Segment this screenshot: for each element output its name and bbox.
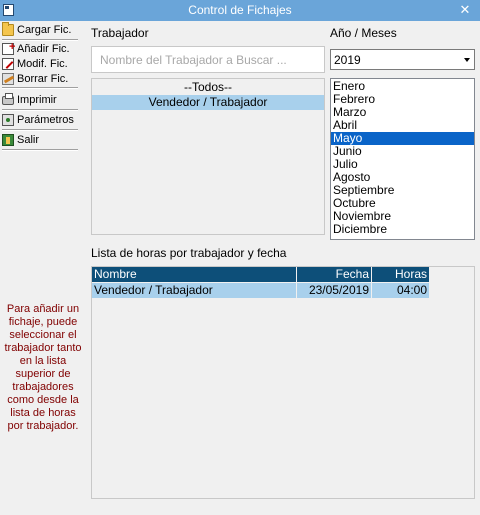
table-cell-nombre[interactable]: Vendedor / Trabajador	[92, 283, 296, 298]
column-header-nombre[interactable]: Nombre	[92, 267, 296, 282]
exit-icon	[2, 134, 14, 146]
year-select[interactable]: 2019	[330, 49, 475, 70]
worker-item-vendedor[interactable]: Vendedor / Trabajador	[92, 95, 324, 110]
chevron-down-icon	[464, 58, 470, 62]
help-text: Para añadir un fichaje, puede selecciona…	[4, 303, 82, 432]
edit-file-icon	[2, 58, 14, 70]
hours-table[interactable]: Nombre Fecha Horas Vendedor / Trabajador…	[91, 266, 475, 499]
date-label: Año / Meses	[330, 26, 397, 40]
worker-item-todos[interactable]: --Todos--	[92, 80, 324, 95]
cargar-fichaje-label: Cargar Fic.	[17, 24, 72, 36]
toolbar-separator	[2, 109, 78, 111]
printer-icon	[2, 93, 14, 105]
worker-search-input[interactable]	[91, 46, 325, 73]
modificar-fichaje-label: Modif. Fic.	[17, 58, 68, 70]
title-bar: Control de Fichajes ✕	[0, 0, 480, 21]
close-button[interactable]: ✕	[450, 0, 480, 21]
add-file-icon	[2, 39, 15, 55]
table-cell-fecha[interactable]: 23/05/2019	[297, 283, 371, 298]
settings-icon	[2, 114, 14, 126]
toolbar-separator	[2, 129, 78, 131]
anadir-fichaje-label: Añadir Fic.	[17, 43, 70, 55]
folder-icon	[2, 22, 14, 36]
year-value: 2019	[334, 53, 361, 67]
toolbar-separator	[2, 149, 78, 151]
imprimir-label: Imprimir	[17, 94, 57, 106]
toolbar-separator	[2, 87, 78, 89]
parametros-label: Parámetros	[17, 114, 74, 126]
column-header-horas[interactable]: Horas	[372, 267, 429, 282]
worker-list[interactable]: --Todos-- Vendedor / Trabajador	[91, 78, 325, 235]
window-title: Control de Fichajes	[188, 3, 292, 17]
salir-label: Salir	[17, 134, 40, 146]
borrar-fichaje-label: Borrar Fic.	[17, 73, 69, 85]
worker-label: Trabajador	[91, 26, 149, 40]
column-header-fecha[interactable]: Fecha	[297, 267, 371, 282]
hours-list-label: Lista de horas por trabajador y fecha	[91, 246, 287, 260]
table-cell-horas[interactable]: 04:00	[372, 283, 429, 298]
month-item[interactable]: Diciembre	[331, 223, 474, 236]
sidebar-toolbar: Cargar Fic. Añadir Fic. Modif. Fic. Borr…	[0, 21, 82, 515]
eraser-icon	[2, 73, 14, 85]
month-list[interactable]: Enero Febrero Marzo Abril Mayo Junio Jul…	[330, 78, 475, 240]
